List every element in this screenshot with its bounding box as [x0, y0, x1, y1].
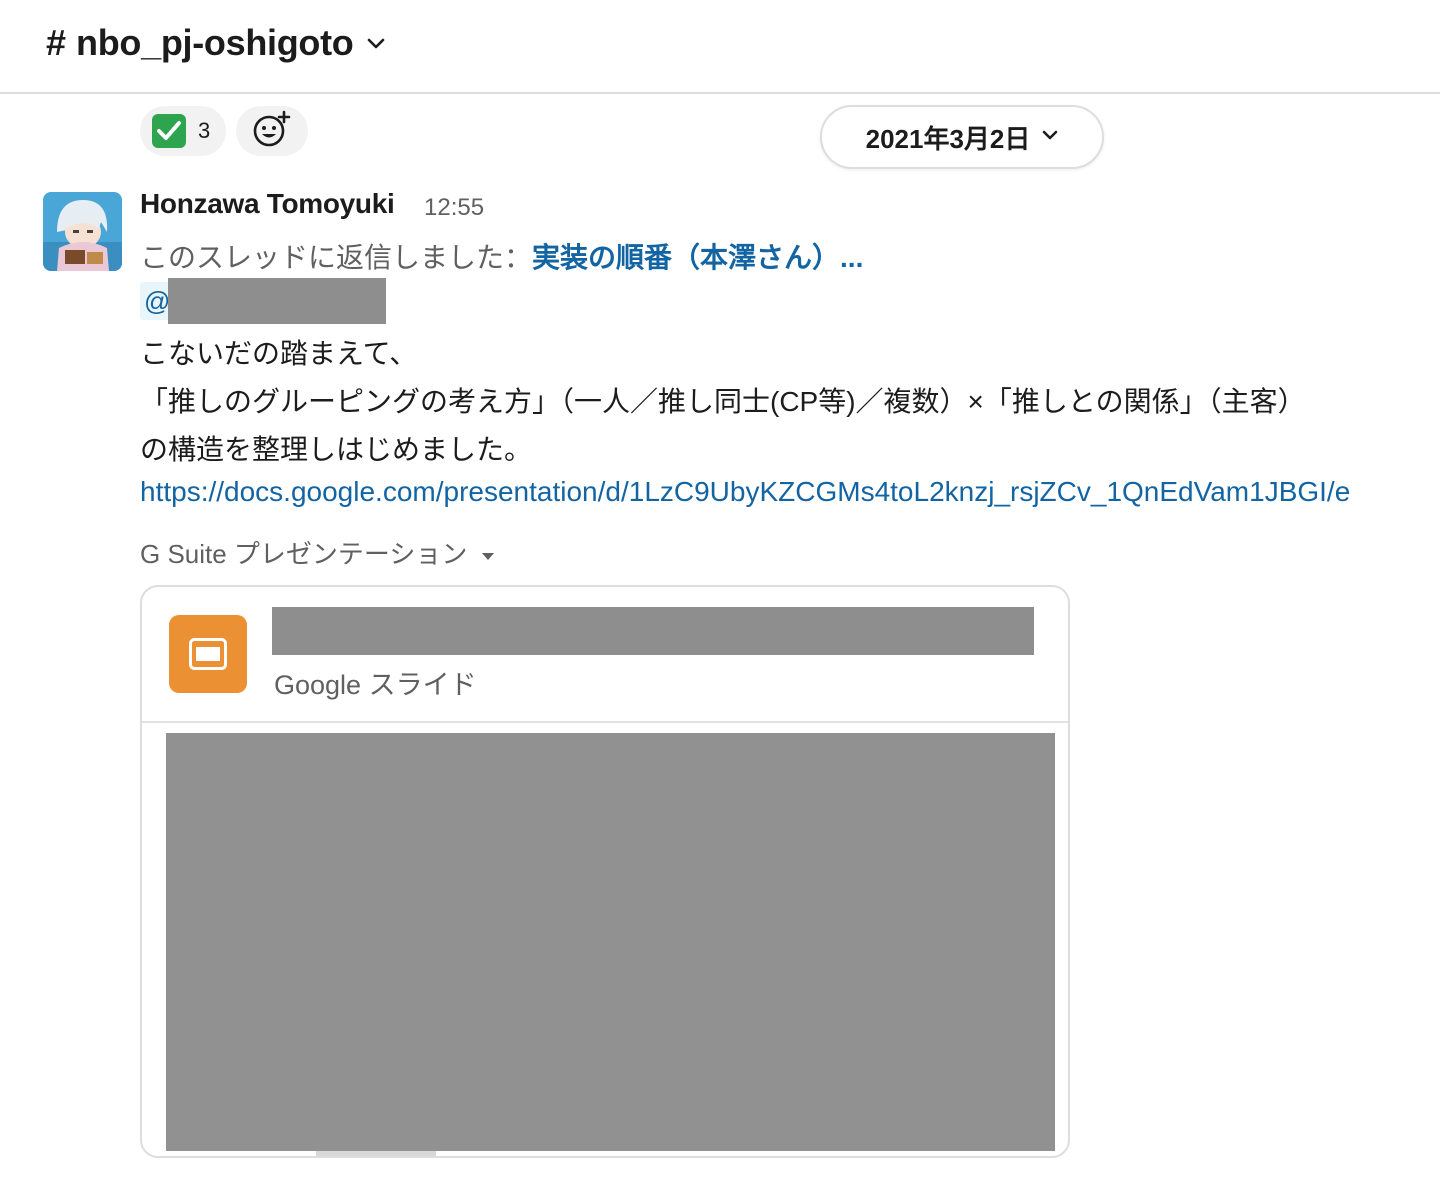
channel-header: # nbo_pj-oshigoto [0, 0, 1440, 94]
message-line: 「推しのグルーピングの考え方」（一人／推し同士(CP等)／複数）×「推しとの関係… [140, 386, 1306, 417]
thread-reply-prefix: このスレッドに返信しました： [140, 242, 533, 273]
card-subtitle: Google スライド [274, 670, 477, 700]
date-label: 2021年3月2日 [865, 123, 1031, 154]
thread-reply-line: このスレッドに返信しました：実装の順番（本澤さん）... [140, 236, 863, 276]
hash-icon: # [46, 22, 67, 63]
message-line: の構造を整理しはじめました。 [140, 434, 533, 465]
add-reaction-button[interactable] [236, 106, 308, 156]
google-slides-icon [169, 615, 247, 693]
attachment-source-toggle[interactable]: G Suite プレゼンテーション [140, 534, 495, 571]
channel-title-button[interactable]: # nbo_pj-oshigoto [46, 20, 385, 66]
caret-down-icon [481, 537, 495, 568]
chevron-down-icon [1042, 128, 1058, 146]
avatar[interactable] [43, 192, 122, 271]
reaction-check-button[interactable]: 3 [140, 106, 226, 156]
card-title-redacted[interactable] [272, 607, 1034, 655]
sender-name[interactable]: Honzawa Tomoyuki [140, 188, 395, 220]
card-header: Google スライド [142, 587, 1068, 723]
redacted-block [168, 278, 387, 324]
white-check-mark-icon [152, 114, 186, 148]
message-timestamp[interactable]: 12:55 [424, 194, 484, 222]
thread-link[interactable]: 実装の順番（本澤さん）... [532, 242, 863, 273]
attachment-card[interactable]: Google スライド [140, 585, 1070, 1158]
channel-name: nbo_pj-oshigoto [76, 22, 354, 63]
user-mention[interactable]: @ [140, 278, 392, 324]
add-reaction-icon [252, 109, 292, 154]
presentation-link[interactable]: https://docs.google.com/presentation/d/1… [140, 476, 1350, 508]
message-line: こないだの踏まえて、 [140, 338, 418, 369]
slide-preview-image[interactable] [166, 733, 1055, 1151]
reaction-count: 3 [198, 118, 211, 143]
attachment-source-label: G Suite プレゼンテーション [140, 539, 468, 569]
date-divider-button[interactable]: 2021年3月2日 [820, 105, 1104, 169]
chevron-down-icon [367, 37, 385, 55]
preview-divider [316, 1151, 436, 1156]
